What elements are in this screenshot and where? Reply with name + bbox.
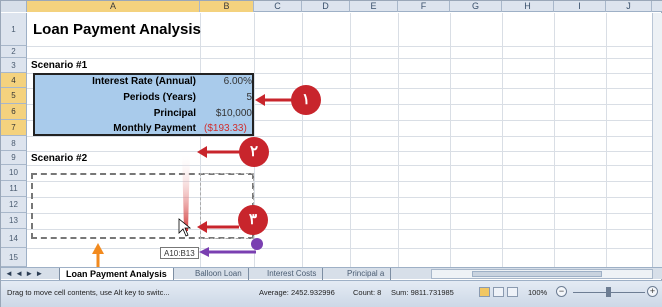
sheet-nav-arrows[interactable]: ◄ ◄ ► ► — [5, 268, 43, 280]
horizontal-scroll-thumb[interactable] — [472, 271, 602, 277]
sheet-tab-balloon-loan[interactable]: Balloon Loan — [189, 268, 249, 280]
horizontal-scrollbar[interactable] — [431, 269, 653, 279]
zoom-level[interactable]: 100% — [528, 288, 547, 297]
spreadsheet: A B C D E F G H I J 1 2 3 4 5 6 7 8 9 10… — [0, 0, 662, 307]
status-count: Count: 8 — [353, 288, 382, 297]
purple-arrowhead — [199, 247, 209, 257]
callout-3-arrowhead — [197, 221, 207, 233]
status-bar: Drag to move cell contents, use Alt key … — [1, 280, 662, 307]
zoom-out-button[interactable]: − — [556, 286, 567, 297]
zoom-in-button[interactable]: + — [647, 286, 658, 297]
zoom-slider-thumb[interactable] — [606, 287, 611, 297]
sheet-tab-bar: ◄ ◄ ► ► Loan Payment Analysis Balloon Lo… — [1, 267, 662, 280]
page-layout-view-button[interactable] — [493, 287, 504, 297]
callout-2-arrowhead — [197, 146, 207, 158]
status-average: Average: 2452.932996 — [259, 288, 335, 297]
callout-1-arrowhead — [255, 94, 265, 106]
sheet-tab-loan-payment-analysis[interactable]: Loan Payment Analysis — [59, 268, 174, 280]
callout-badge-2: ٢ — [239, 137, 269, 167]
orange-arrowhead — [92, 243, 104, 254]
drag-trail — [182, 153, 190, 231]
page-break-view-button[interactable] — [507, 287, 518, 297]
status-sum: Sum: 9811.731985 — [391, 288, 454, 297]
normal-view-button[interactable] — [479, 287, 490, 297]
purple-dot — [251, 238, 263, 250]
annotation-layer — [92, 94, 293, 307]
callout-badge-1: ١ — [291, 85, 321, 115]
sheet-tab-interest-costs[interactable]: Interest Costs — [261, 268, 324, 280]
callout-badge-3: ٣ — [238, 205, 268, 235]
status-message: Drag to move cell contents, use Alt key … — [7, 288, 170, 297]
sheet-tab-principal[interactable]: Principal a — [341, 268, 392, 280]
